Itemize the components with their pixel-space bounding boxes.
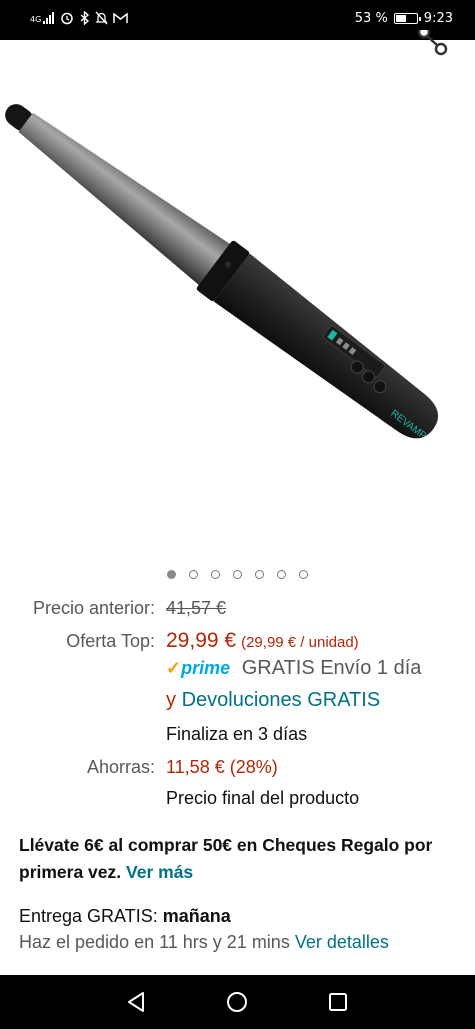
carousel-dot[interactable] [189, 570, 198, 579]
product-image[interactable]: REVAMP [0, 45, 475, 515]
delivery-label: Entrega GRATIS: [19, 906, 158, 926]
prime-check-icon: ✓ [166, 658, 182, 678]
deal-ends-text: Finaliza en 3 días [166, 724, 308, 744]
status-bar: 4G 53 % 9:23 [0, 0, 475, 40]
order-within-text: Haz el pedido en 11 hrs y 21 mins [19, 932, 290, 952]
status-icons-left: 4G [30, 11, 129, 25]
previous-price-label: Precio anterior: [32, 598, 155, 618]
prime-shipping[interactable]: ✓prime GRATIS Envío 1 día [166, 657, 421, 680]
prime-logo: prime [181, 658, 231, 678]
battery-percent: 53 % [354, 11, 388, 26]
notifications-off-icon [95, 11, 108, 25]
delivery-line: Entrega GRATIS: mañana [19, 906, 231, 927]
bluetooth-icon [80, 11, 90, 25]
deal-price-row: 29,99 € (29,99 € / unidad) [166, 629, 359, 653]
prime-shipping-text: GRATIS Envío 1 día [241, 657, 422, 679]
promo-text: Llévate 6€ al comprar 50€ en Cheques Reg… [19, 835, 433, 882]
prime-returns[interactable]: y Devoluciones GRATIS [166, 689, 380, 712]
unit-price: (29,99 € / unidad) [241, 634, 359, 651]
home-icon[interactable] [226, 991, 248, 1013]
deal-price-label: Oferta Top: [66, 631, 155, 651]
free-returns-link[interactable]: Devoluciones GRATIS [182, 689, 381, 711]
image-carousel-dots[interactable] [0, 570, 475, 579]
back-icon[interactable] [126, 991, 146, 1013]
delivery-details-link[interactable]: Ver detalles [295, 932, 389, 952]
carousel-dot[interactable] [167, 570, 176, 579]
navigation-bar [0, 975, 475, 1029]
carousel-dot[interactable] [255, 570, 264, 579]
carousel-dot[interactable] [233, 570, 242, 579]
battery-icon [393, 13, 421, 24]
delivery-day: mañana [162, 906, 231, 926]
recents-icon[interactable] [328, 992, 348, 1012]
carousel-dot[interactable] [211, 570, 220, 579]
wand-barrel [18, 112, 234, 288]
status-icons-right: 53 % 9:23 [355, 11, 453, 26]
prime-returns-prefix: y [166, 689, 176, 711]
see-more-link[interactable]: Ver más [126, 862, 193, 882]
gmail-icon [113, 12, 129, 23]
clock: 9:23 [423, 11, 453, 26]
carousel-dot[interactable] [299, 570, 308, 579]
previous-price: 41,57 € [166, 598, 227, 618]
alarm-icon [61, 12, 74, 25]
network-signal-icon: 4G [30, 12, 55, 24]
final-price-note: Precio final del producto [166, 788, 360, 808]
gift-card-promo: Llévate 6€ al comprar 50€ en Cheques Reg… [19, 832, 459, 886]
order-within-line: Haz el pedido en 11 hrs y 21 mins Ver de… [19, 932, 389, 953]
savings-label: Ahorras: [86, 757, 155, 777]
deal-price: 29,99 € [166, 629, 237, 652]
carousel-dot[interactable] [277, 570, 286, 579]
savings-value: 11,58 € (28%) [166, 757, 278, 777]
